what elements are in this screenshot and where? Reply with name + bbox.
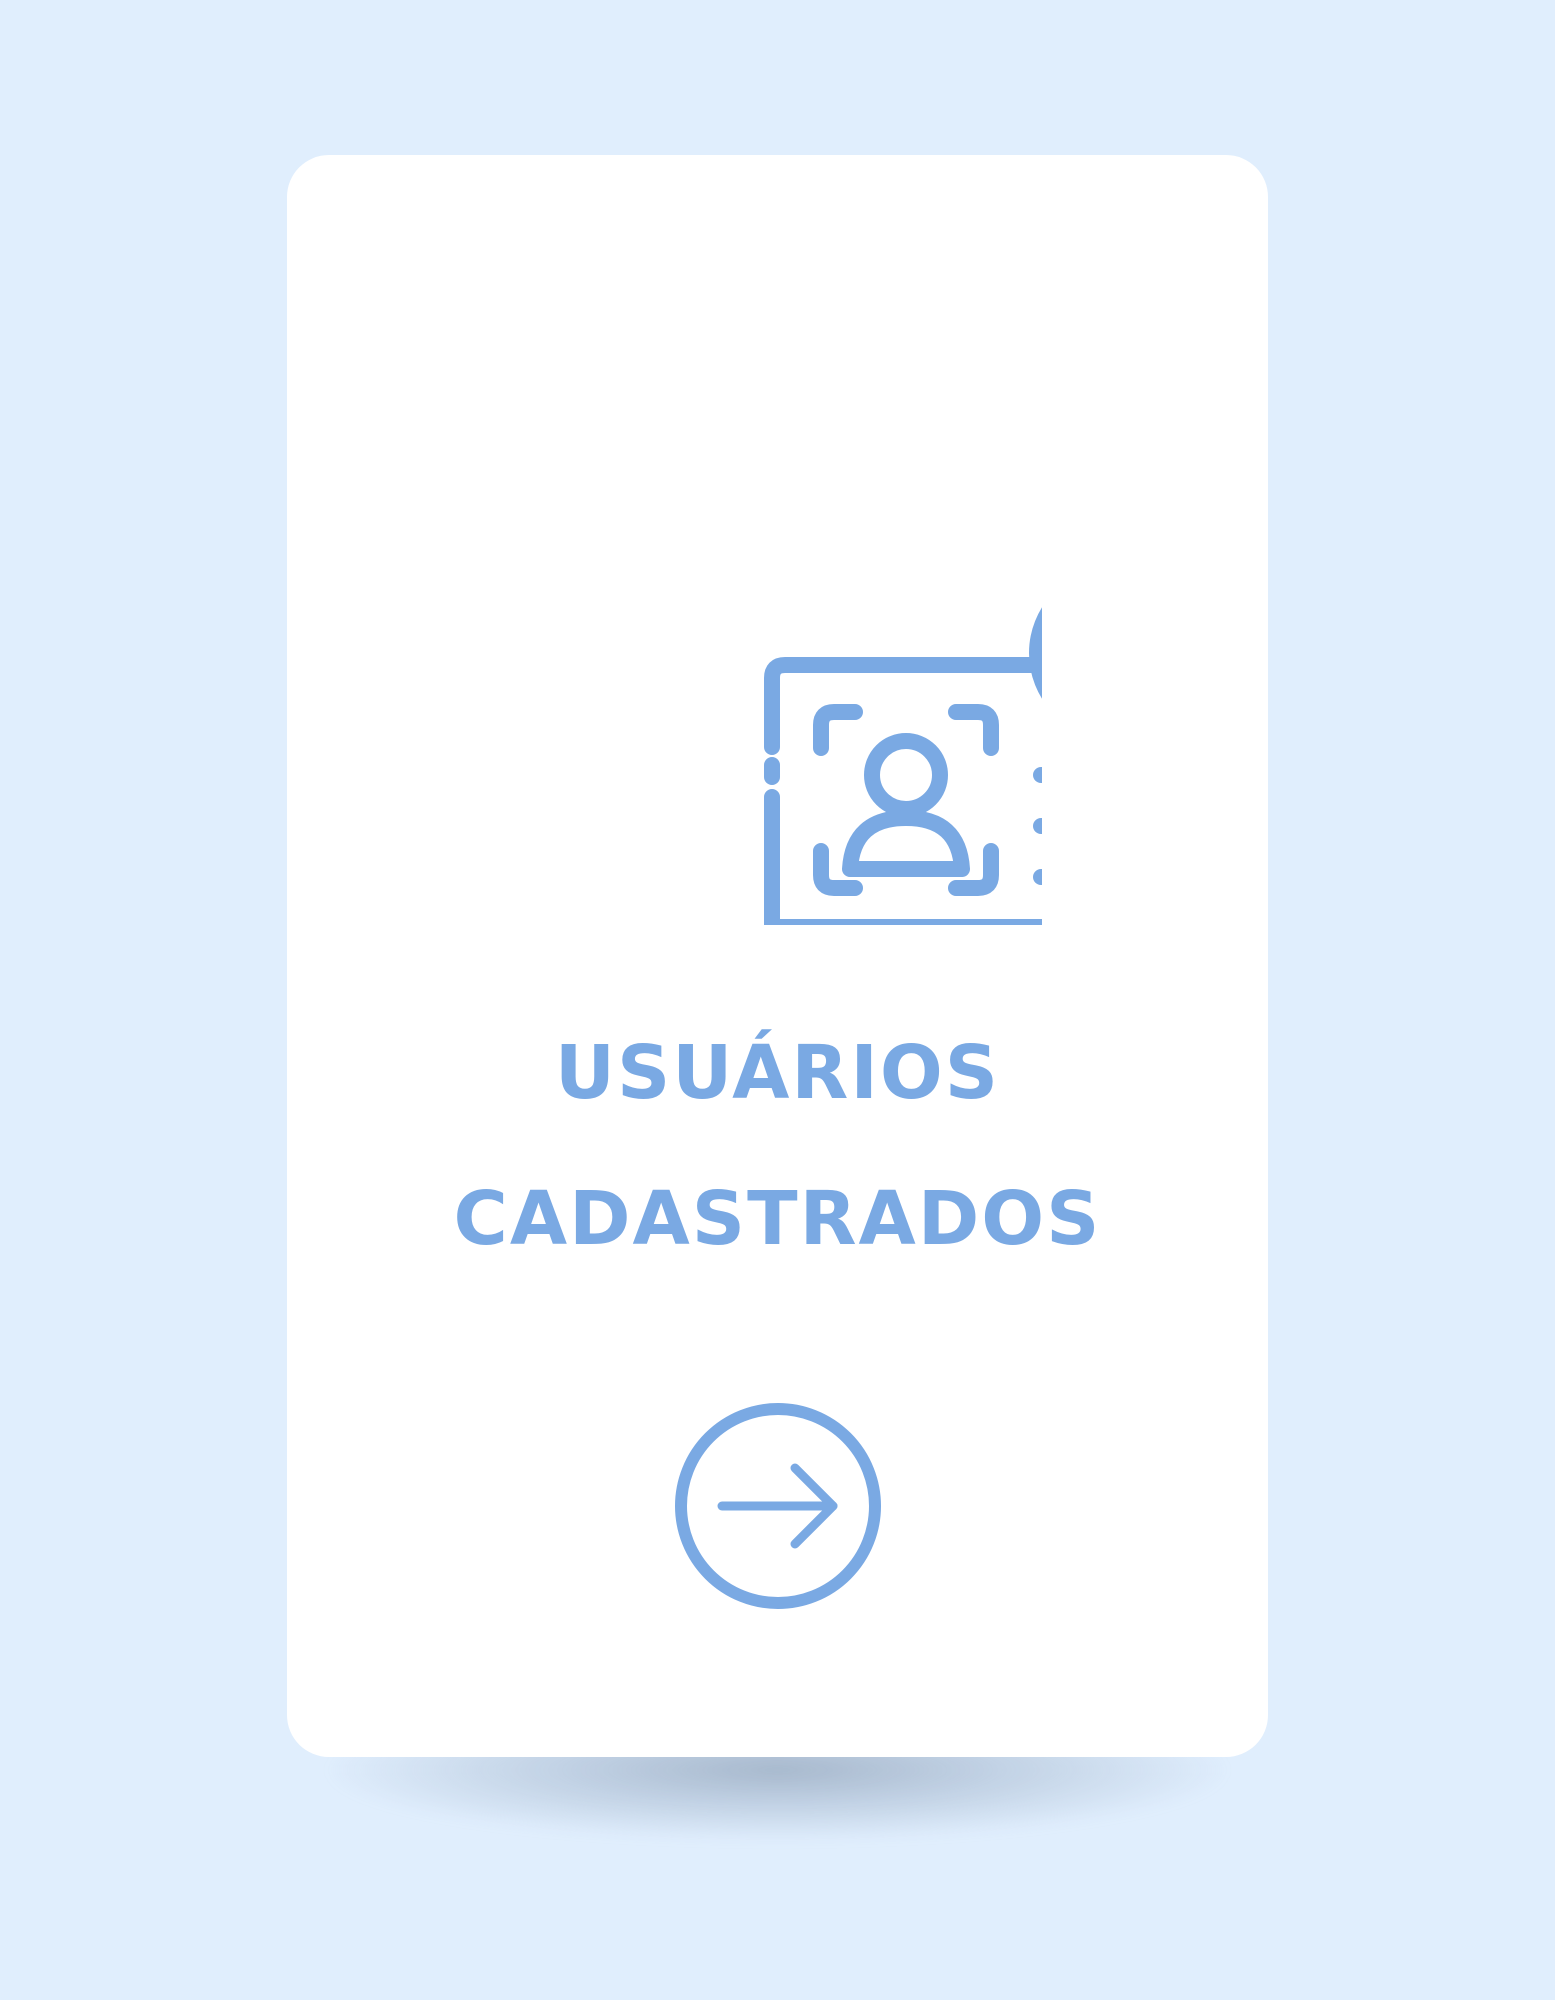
monitor-user-profile-verified-icon [522,405,1042,925]
card-title: USUÁRIOS CADASTRADOS [287,1000,1268,1292]
registered-users-card[interactable]: USUÁRIOS CADASTRADOS [287,155,1268,1757]
arrow-right-circle-icon [675,1403,881,1609]
next-button[interactable] [672,1400,884,1612]
title-line-1: USUÁRIOS [554,1030,1001,1116]
title-line-2: CADASTRADOS [453,1176,1102,1262]
